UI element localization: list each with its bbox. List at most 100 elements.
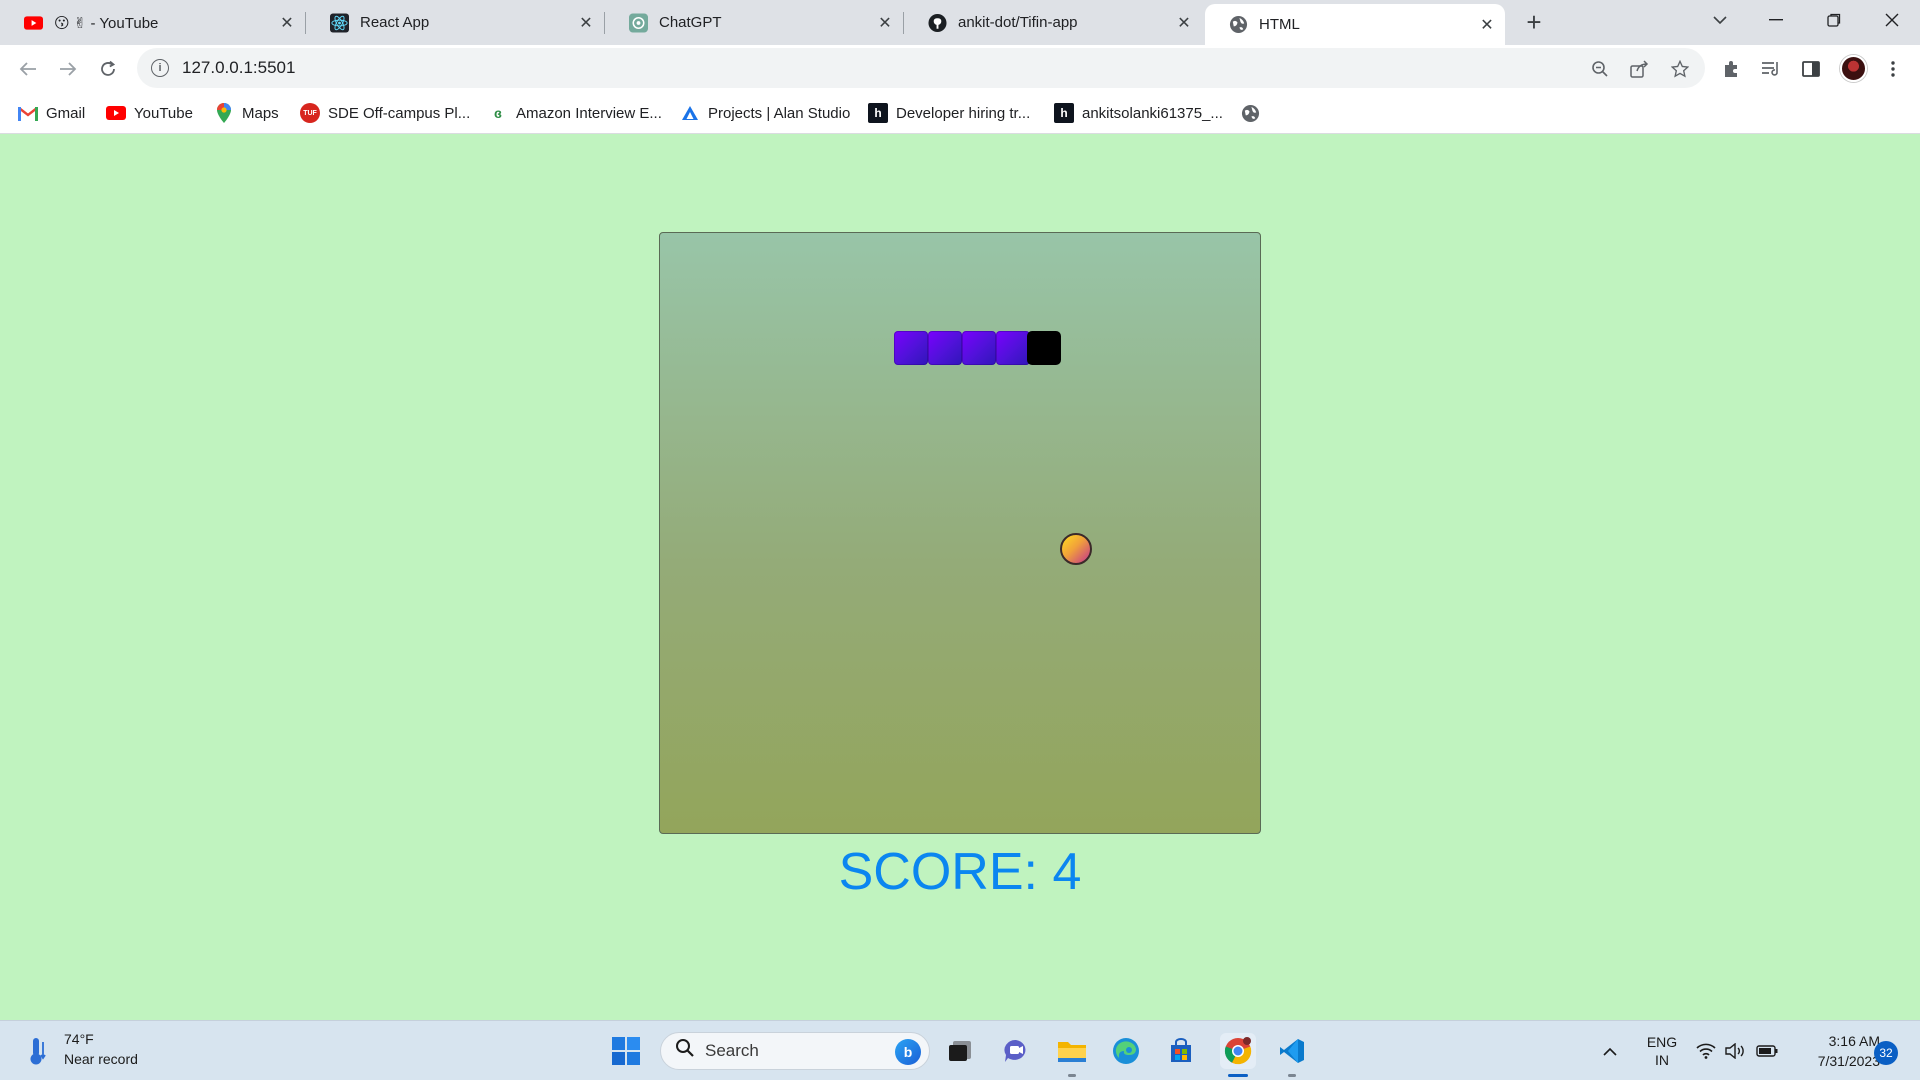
- bookmark-label: Developer hiring tr...: [896, 104, 1031, 122]
- tab-title: ankit-dot/Tifin-app: [958, 14, 1078, 31]
- start-windows-icon[interactable]: [608, 1033, 644, 1069]
- bookmark-label: SDE Off-campus Pl...: [328, 104, 471, 122]
- close-window-button[interactable]: [1864, 0, 1920, 40]
- game-board[interactable]: [659, 232, 1261, 834]
- tab-strip: 😗 ✌ - YouTube ✕ React App ✕ ChatGPT ✕ an…: [0, 0, 1920, 45]
- bookmark-label: Projects | Alan Studio: [708, 104, 851, 122]
- windows-taskbar: 74°F Near record Search b ENG IN 3:16 AM…: [0, 1020, 1920, 1080]
- bookmark-youtube[interactable]: YouTube: [106, 101, 193, 125]
- bookmark-amazon-interview[interactable]: ɞ Amazon Interview E...: [488, 101, 662, 125]
- tab-search-chevron-icon[interactable]: [1692, 0, 1748, 40]
- show-hidden-icons-chevron[interactable]: [1598, 1021, 1622, 1080]
- reading-list-icon[interactable]: [1759, 57, 1783, 81]
- bookmark-sde-offcampus[interactable]: TUF SDE Off-campus Pl...: [300, 101, 470, 125]
- wifi-icon[interactable]: [1694, 1021, 1718, 1080]
- chatgpt-icon: [629, 13, 648, 32]
- hackerrank-icon: h: [1054, 103, 1074, 123]
- search-icon: [675, 1038, 695, 1064]
- chrome-icon[interactable]: [1220, 1033, 1256, 1069]
- running-indicator: [1228, 1074, 1248, 1077]
- tab-title: ChatGPT: [659, 14, 722, 31]
- tab-html[interactable]: HTML ✕: [1205, 4, 1505, 45]
- reload-button[interactable]: [94, 55, 122, 83]
- edge-browser-icon[interactable]: [1108, 1033, 1144, 1069]
- search-label: Search: [705, 1041, 759, 1060]
- battery-icon[interactable]: [1754, 1021, 1780, 1080]
- forward-button[interactable]: [54, 55, 82, 83]
- side-panel-icon[interactable]: [1799, 57, 1823, 81]
- profile-avatar[interactable]: [1840, 55, 1867, 82]
- youtube-icon: [106, 103, 126, 123]
- running-indicator: [1068, 1074, 1076, 1077]
- bookmark-label: Maps: [242, 104, 279, 122]
- vscode-icon[interactable]: [1274, 1033, 1310, 1069]
- bookmark-star-icon[interactable]: [1668, 57, 1692, 81]
- bookmark-label: Gmail: [46, 104, 86, 122]
- tab-title: HTML: [1259, 16, 1300, 33]
- bookmark-label: ankitsolanki61375_...: [1082, 104, 1223, 122]
- bookmark-ankitsolanki[interactable]: h ankitsolanki61375_...: [1054, 101, 1223, 125]
- thermometer-icon[interactable]: [24, 1035, 54, 1067]
- close-tab-icon[interactable]: ✕: [277, 13, 297, 33]
- gmail-icon: [18, 103, 38, 123]
- tab-chatgpt[interactable]: ChatGPT ✕: [605, 0, 903, 45]
- bookmark-label: Amazon Interview E...: [516, 104, 662, 122]
- bookmark-developer-hiring[interactable]: h Developer hiring tr...: [868, 101, 1030, 125]
- maps-icon: [214, 103, 234, 123]
- share-icon[interactable]: [1628, 57, 1652, 81]
- menu-kebab-icon[interactable]: [1881, 57, 1905, 81]
- bookmark-gmail[interactable]: Gmail: [18, 101, 85, 125]
- back-button[interactable]: [14, 55, 42, 83]
- language-code: ENG: [1646, 1034, 1678, 1050]
- restore-button[interactable]: [1806, 0, 1862, 40]
- microsoft-store-icon[interactable]: [1163, 1033, 1199, 1069]
- score-display: SCORE: 4: [838, 843, 1082, 901]
- address-bar[interactable]: i 127.0.0.1:5501: [137, 48, 1705, 88]
- weather-temperature[interactable]: 74°F: [64, 1031, 94, 1047]
- taskbar-search-box[interactable]: Search b: [660, 1032, 930, 1070]
- youtube-icon: [24, 13, 43, 32]
- bookmark-alan-studio[interactable]: Projects | Alan Studio: [680, 101, 850, 125]
- tab-react-app[interactable]: React App ✕: [306, 0, 604, 45]
- extensions-puzzle-icon[interactable]: [1719, 57, 1743, 81]
- browser-toolbar: i 127.0.0.1:5501: [0, 45, 1920, 92]
- weather-description[interactable]: Near record: [64, 1051, 138, 1067]
- bookmark-label: YouTube: [134, 104, 193, 122]
- clock-time: 3:16 AM: [1828, 1033, 1880, 1049]
- region-code: IN: [1655, 1052, 1669, 1068]
- language-indicator[interactable]: ENG IN: [1640, 1021, 1684, 1080]
- food-ball: [1060, 533, 1092, 565]
- globe-icon: [1240, 103, 1260, 123]
- github-icon: [928, 13, 947, 32]
- notification-badge[interactable]: 32: [1874, 1041, 1898, 1065]
- tab-youtube[interactable]: 😗 ✌ - YouTube ✕: [0, 0, 305, 45]
- volume-icon[interactable]: [1724, 1021, 1748, 1080]
- snake-head: [1027, 331, 1061, 365]
- teams-chat-icon[interactable]: [998, 1033, 1034, 1069]
- close-tab-icon[interactable]: ✕: [875, 13, 895, 33]
- bookmark-globe[interactable]: [1240, 101, 1268, 125]
- zoom-out-icon[interactable]: [1588, 57, 1612, 81]
- tab-title: React App: [360, 14, 430, 31]
- close-tab-icon[interactable]: ✕: [576, 13, 596, 33]
- file-explorer-icon[interactable]: [1054, 1033, 1090, 1069]
- tuf-icon: TUF: [300, 103, 320, 123]
- snake-body-segment: [962, 331, 996, 365]
- url-text: 127.0.0.1:5501: [182, 58, 296, 77]
- alan-icon: [680, 103, 700, 123]
- react-icon: [330, 13, 349, 32]
- globe-icon: [1229, 15, 1248, 34]
- close-tab-icon[interactable]: ✕: [1174, 13, 1194, 33]
- close-tab-icon[interactable]: ✕: [1477, 15, 1497, 35]
- task-view-icon[interactable]: [942, 1033, 978, 1069]
- hackerrank-icon: h: [868, 103, 888, 123]
- taskbar-clock[interactable]: 3:16 AM 7/31/2023: [1790, 1031, 1880, 1071]
- snake-body-segment: [894, 331, 928, 365]
- bookmark-maps[interactable]: Maps: [214, 101, 279, 125]
- new-tab-button[interactable]: +: [1520, 7, 1548, 37]
- minimize-button[interactable]: [1748, 0, 1804, 40]
- tab-github[interactable]: ankit-dot/Tifin-app ✕: [904, 0, 1202, 45]
- bing-icon[interactable]: b: [895, 1039, 921, 1065]
- site-info-icon[interactable]: i: [151, 59, 169, 77]
- geeksforgeeks-icon: ɞ: [494, 105, 502, 121]
